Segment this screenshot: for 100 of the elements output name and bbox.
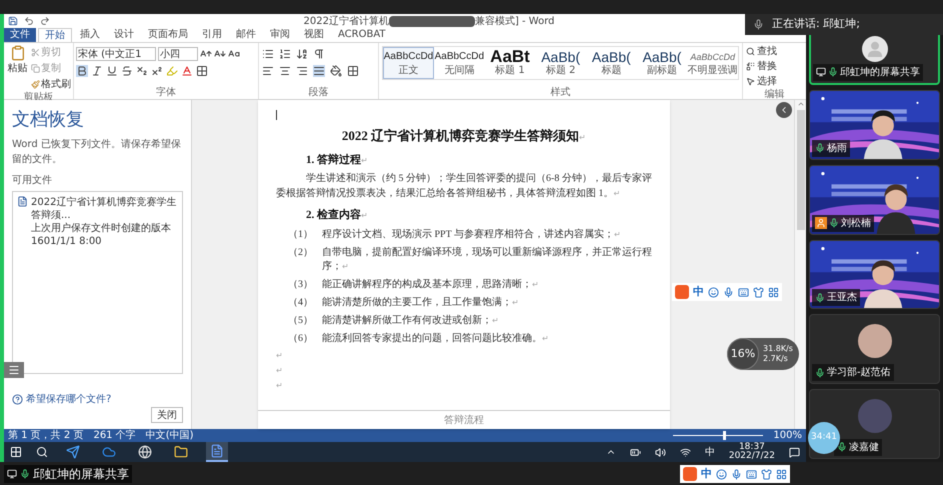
font-color-icon[interactable] [181,65,193,77]
bird-app-icon[interactable] [66,445,80,459]
style-option[interactable]: AaBbCcDd 不明显强调 [687,47,738,79]
list-number: （3） [288,278,314,292]
wifi-icon[interactable] [680,446,691,458]
scrollbar-thumb[interactable] [796,110,804,230]
notifications-icon[interactable] [789,446,800,458]
ribbon-tab[interactable]: 页面布局 [142,28,194,42]
paragraph-mark: ↵ [579,132,586,144]
folder-icon[interactable] [174,445,188,459]
ribbon-tab[interactable]: 文件 [4,28,36,42]
ribbon-tab[interactable]: 邮件 [230,28,262,42]
list-number: （5） [288,314,314,328]
style-option[interactable]: AaBb( 副标题 [636,47,688,79]
microphone-icon [815,143,825,154]
superscript-icon[interactable] [151,65,163,77]
align-right-icon[interactable] [296,65,308,77]
save-icon[interactable] [8,16,18,26]
bold-icon[interactable] [76,65,88,77]
numbering-icon[interactable] [279,48,291,60]
underline-icon[interactable] [106,65,118,77]
list-number: （6） [288,332,314,346]
list-item-text: 能正确讲解程序的构成及基本原理，思路清晰；↵ [322,278,539,292]
skin-icon[interactable] [753,286,764,298]
toolbox-icon[interactable] [776,468,787,480]
font-size-field[interactable]: 小四 [158,47,198,61]
microphone-icon [753,19,764,30]
group-label: 样式 [550,87,572,99]
find-button[interactable]: 查找 [746,44,803,59]
close-button[interactable]: 关闭 [151,407,183,423]
participant-name: 杨雨 [827,142,847,156]
section-label: 可用文件 [12,174,53,188]
scroll-up-icon[interactable] [796,100,804,108]
strikethrough-icon[interactable] [121,65,133,77]
window-title: 兼容模式] - Word [474,14,555,28]
file-note: 上次用户保存文件时创建的版本 [31,222,172,235]
emoji-icon[interactable] [716,468,727,480]
keyboard-icon[interactable] [746,468,757,480]
italic-icon[interactable] [91,65,103,77]
microphone-icon[interactable] [731,468,742,480]
ribbon-tab[interactable]: 设计 [108,28,140,42]
style-option[interactable]: AaBbCcDd 正文 [383,47,434,79]
paste-button[interactable]: 粘贴 [6,45,29,92]
ribbon-tab[interactable]: 视图 [298,28,330,42]
style-option[interactable]: AaBb( 标题 2 [535,47,586,79]
align-center-icon[interactable] [279,65,291,77]
style-option[interactable]: AaBb( 标题 [586,47,637,79]
skin-icon[interactable] [761,468,772,480]
start-icon[interactable] [10,446,22,458]
word-count: 261 个字 [93,430,136,442]
replace-button[interactable]: 替换 [746,59,803,74]
search-icon[interactable] [36,446,48,458]
collapse-handle[interactable] [776,102,792,118]
pointer-icon [746,77,755,86]
zoom-thumb[interactable] [722,431,726,440]
format-painter-button[interactable]: 格式刷 [31,77,71,92]
download-speed: 2.7K/s [763,354,789,364]
ribbon-tab[interactable]: 审阅 [264,28,296,42]
show-marks-icon[interactable] [313,48,325,60]
justify-icon[interactable] [313,65,325,77]
ribbon-tab[interactable]: 引用 [196,28,228,42]
emoji-icon[interactable] [708,286,719,298]
participant-name: 学习部-赵范佑 [827,366,891,380]
input-language: 中 [704,446,715,460]
undo-icon[interactable] [24,16,34,26]
document-icon [17,196,28,207]
style-option[interactable]: AaBbCcDd 无间隔 [434,47,485,79]
browser-icon[interactable] [138,445,152,459]
list-item-text: 程序设计文档、现场演示 PPT 与参赛程序相符合，讲述内容属实；↵ [322,228,622,242]
subscript-icon[interactable] [136,65,148,77]
help-link[interactable]: 希望保存哪个文件? [26,392,112,407]
font-name-field[interactable]: 宋体 (中文正1 [76,47,156,61]
microphone-icon[interactable] [723,286,734,298]
user-icon [866,40,882,57]
borders-icon[interactable] [347,65,359,77]
ribbon-tab[interactable]: 开始 [38,28,72,42]
sort-icon[interactable] [296,48,308,60]
cloud-app-icon[interactable] [102,445,116,459]
ribbon-tab[interactable]: 插入 [74,28,106,42]
list-item-text: 能讲清楚所做的主要工作，且工作量饱满；↵ [322,296,519,310]
document-title: 2022 辽宁省计算机博弈竞赛学生答辩须知 [342,127,580,145]
battery-icon [630,446,641,458]
word-app-icon[interactable] [210,444,224,458]
input-mode: 中 [701,466,712,482]
paragraph-mark: ↵ [276,350,283,360]
toolbox-icon[interactable] [768,286,779,298]
ribbon-tab[interactable]: ACROBAT [332,28,392,42]
style-option[interactable]: AaBt 标题 1 [484,47,536,79]
align-left-icon[interactable] [262,65,274,77]
list-number: （2） [288,246,314,260]
screen-share-icon [816,67,826,78]
navigation-toggle-icon[interactable] [4,362,24,378]
character-shading-icon[interactable] [196,65,208,77]
file-item[interactable]: 2022辽宁省计算机博弈竞赛学生答辩须... 上次用户保存文件时创建的版本 1601/1/1 8:00 [17,196,178,248]
volume-icon[interactable] [654,446,666,458]
keyboard-icon[interactable] [738,286,749,298]
share-label: 邱虹坤的屏幕共享 [33,466,129,482]
select-button[interactable]: 选择 [746,74,803,89]
redo-icon[interactable] [40,16,50,26]
shading-icon[interactable] [330,65,342,77]
